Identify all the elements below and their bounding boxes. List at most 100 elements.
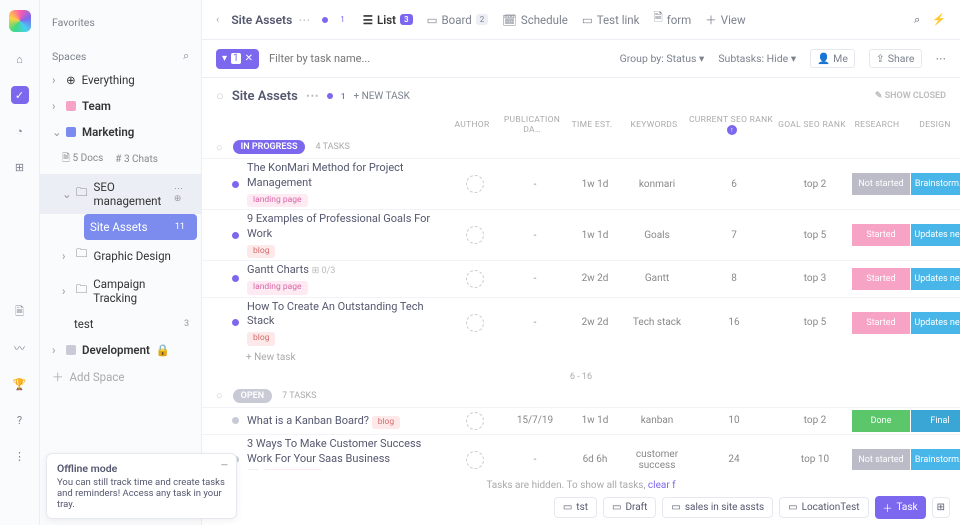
avatar[interactable] bbox=[466, 412, 484, 430]
gd-item[interactable]: ›🗀 Graphic Design bbox=[40, 240, 201, 271]
docs-chats[interactable]: 🗎 5 Docs# 3 Chats bbox=[40, 145, 201, 174]
everything-item[interactable]: ›⊕Everything bbox=[40, 67, 201, 93]
ct-item[interactable]: ›🗀 Campaign Tracking bbox=[40, 271, 201, 311]
design-status[interactable]: Brainstorm… bbox=[911, 449, 960, 470]
team-item[interactable]: ›Team bbox=[40, 93, 201, 119]
cell-pub[interactable]: - bbox=[505, 179, 565, 190]
cell-te[interactable]: 1w 1d bbox=[565, 179, 625, 190]
col-author[interactable]: Author bbox=[442, 120, 502, 130]
cell-pub[interactable]: 15/7/19 bbox=[505, 415, 565, 426]
favorites-header[interactable]: Favorites bbox=[40, 12, 201, 33]
cell-kw[interactable]: customer success bbox=[625, 449, 689, 470]
clear-filter-link[interactable]: clear f bbox=[648, 480, 676, 491]
tab-board[interactable]: ▭ Board 2 bbox=[427, 13, 489, 27]
cell-te[interactable]: 1w 1d bbox=[565, 230, 625, 241]
dev-item[interactable]: ›Development 🔒 bbox=[40, 337, 201, 363]
cell-pub[interactable]: - bbox=[505, 230, 565, 241]
tab-list[interactable]: ☰ List 3 bbox=[363, 13, 413, 27]
task-name[interactable]: Gantt Charts ⊞ 0/3landing page bbox=[247, 263, 445, 294]
cell-te[interactable]: 2w 2d bbox=[565, 317, 625, 328]
marketing-item[interactable]: ⌄Marketing bbox=[40, 119, 201, 145]
cell-seo[interactable]: 8 bbox=[689, 273, 779, 284]
col-seo[interactable]: Current SEO Rank↑ bbox=[686, 115, 776, 135]
cell-te[interactable]: 6d 6h bbox=[565, 454, 625, 465]
col-res[interactable]: Research bbox=[848, 120, 906, 130]
trend-icon[interactable]: 〰 bbox=[11, 339, 29, 357]
avatar[interactable] bbox=[466, 175, 484, 193]
app-logo[interactable] bbox=[9, 10, 31, 32]
cell-goal[interactable]: top 5 bbox=[779, 230, 851, 241]
group-header[interactable]: ○OPEN7 TASKS bbox=[202, 385, 960, 407]
new-task-row[interactable]: + New task bbox=[202, 348, 960, 369]
avatar[interactable] bbox=[466, 451, 484, 469]
show-closed[interactable]: ✎ SHOW CLOSED bbox=[875, 91, 946, 101]
task-name[interactable]: What is a Kanban Board? blog bbox=[247, 413, 445, 429]
cell-kw[interactable]: Goals bbox=[625, 230, 689, 241]
cell-goal[interactable]: top 5 bbox=[779, 317, 851, 328]
search-icon[interactable]: ⌕ bbox=[183, 49, 189, 63]
status-dot[interactable] bbox=[232, 275, 239, 282]
subtasks[interactable]: Subtasks: Hide ▾ bbox=[718, 52, 796, 65]
home-icon[interactable]: ⌂ bbox=[11, 50, 29, 68]
task-row[interactable]: 3 Ways To Make Customer Success Work For… bbox=[202, 434, 960, 470]
new-task-hdr[interactable]: + NEW TASK bbox=[353, 91, 409, 102]
seo-item[interactable]: ⌄🗀 SEO management⋯ ⊕ bbox=[40, 174, 201, 214]
test-item[interactable]: test3 bbox=[40, 311, 201, 337]
status-dot[interactable] bbox=[232, 232, 239, 239]
cell-goal[interactable]: top 2 bbox=[779, 179, 851, 190]
cell-seo[interactable]: 10 bbox=[689, 415, 779, 426]
tray-tst[interactable]: ▭ tst bbox=[554, 497, 597, 518]
add-view[interactable]: ＋ View bbox=[705, 12, 745, 28]
col-pub[interactable]: Publication da… bbox=[502, 115, 562, 135]
breadcrumb[interactable]: Site Assets ⋯ bbox=[231, 13, 310, 27]
tray-sales[interactable]: ▭ sales in site assts bbox=[662, 497, 773, 518]
research-status[interactable]: Done bbox=[852, 410, 910, 432]
cell-kw[interactable]: konmari bbox=[625, 179, 689, 190]
share-button[interactable]: ⇪ Share bbox=[869, 49, 922, 68]
task-row[interactable]: How To Create An Outstanding Tech Stackb… bbox=[202, 297, 960, 348]
help-icon[interactable]: ? bbox=[11, 411, 29, 429]
research-status[interactable]: Not started bbox=[852, 173, 910, 195]
research-status[interactable]: Started bbox=[852, 224, 910, 246]
trophy-icon[interactable]: 🏆 bbox=[11, 375, 29, 393]
automation-icon[interactable] bbox=[327, 93, 333, 99]
search-icon[interactable]: ⌕ bbox=[914, 13, 920, 27]
design-status[interactable]: Final bbox=[911, 410, 960, 432]
site-assets-item[interactable]: Site Assets11 bbox=[84, 214, 197, 240]
back-icon[interactable]: ‹ bbox=[216, 13, 219, 26]
tab-form[interactable]: 🗎 form bbox=[653, 10, 691, 29]
research-status[interactable]: Not started bbox=[852, 449, 910, 470]
doc-icon[interactable]: 🗎 bbox=[11, 303, 29, 321]
tray-draft[interactable]: ▭ Draft bbox=[603, 497, 656, 518]
apps-icon[interactable]: ⊞ bbox=[11, 158, 29, 176]
cell-seo[interactable]: 24 bbox=[689, 454, 779, 465]
group-header[interactable]: ○IN PROGRESS4 TASKS bbox=[202, 136, 960, 158]
spaces-header[interactable]: Spaces ⌕ bbox=[40, 45, 201, 67]
design-status[interactable]: Updates ne… bbox=[911, 224, 960, 246]
task-name[interactable]: How To Create An Outstanding Tech Stackb… bbox=[247, 300, 445, 346]
design-status[interactable]: Updates ne… bbox=[911, 268, 960, 290]
cell-kw[interactable]: Tech stack bbox=[625, 317, 689, 328]
cell-pub[interactable]: - bbox=[505, 273, 565, 284]
cell-goal[interactable]: top 2 bbox=[779, 415, 851, 426]
research-status[interactable]: Started bbox=[852, 312, 910, 334]
task-row[interactable]: The KonMari Method for Project Managemen… bbox=[202, 158, 960, 209]
avatar[interactable] bbox=[466, 314, 484, 332]
task-name[interactable]: 3 Ways To Make Customer Success Work For… bbox=[247, 437, 445, 470]
filter-chip[interactable]: ▾ 1 ✕ bbox=[216, 49, 259, 69]
bell-icon[interactable]: ◔ bbox=[11, 122, 29, 140]
task-row[interactable]: What is a Kanban Board? blog 15/7/19 1w … bbox=[202, 407, 960, 434]
status-dot[interactable] bbox=[232, 319, 239, 326]
cell-kw[interactable]: Gantt bbox=[625, 273, 689, 284]
col-des[interactable]: Design bbox=[906, 120, 960, 130]
tasks-icon[interactable]: ✓ bbox=[11, 86, 29, 104]
col-kw[interactable]: Keywords bbox=[622, 120, 686, 130]
cell-goal[interactable]: top 10 bbox=[779, 454, 851, 465]
cell-pub[interactable]: - bbox=[505, 317, 565, 328]
status-dot[interactable] bbox=[232, 181, 239, 188]
me-button[interactable]: 👤 Me bbox=[810, 49, 855, 68]
status-dot[interactable] bbox=[232, 417, 239, 424]
task-name[interactable]: 9 Examples of Professional Goals For Wor… bbox=[247, 212, 445, 258]
cell-goal[interactable]: top 3 bbox=[779, 273, 851, 284]
automation-icon[interactable] bbox=[322, 17, 328, 23]
